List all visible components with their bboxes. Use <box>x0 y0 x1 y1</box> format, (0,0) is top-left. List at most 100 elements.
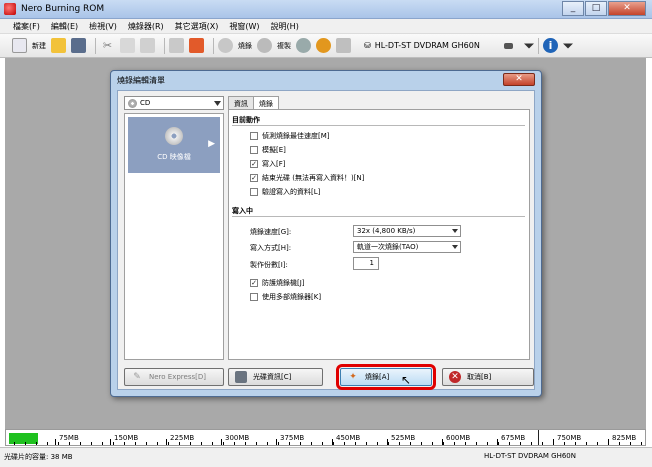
capacity-minor-tick <box>542 442 543 445</box>
option-label: 結束光碟 (無法再寫入資料！)[N] <box>262 174 365 182</box>
burn-button[interactable]: ✦ 燒錄[A] <box>336 364 436 390</box>
button-label: 光碟資訊[C] <box>253 373 292 381</box>
cd-image-item[interactable]: CD 映像檔 ▶ <box>128 117 220 173</box>
copies-label: 製作份數[I]: <box>250 261 288 269</box>
buffer-underrun-option[interactable]: ✓ 防護燒錄機[J] <box>250 278 305 288</box>
checkbox[interactable] <box>250 146 258 154</box>
compile-icon[interactable] <box>169 38 184 53</box>
write-method-select[interactable]: 軌道一次燒錄(TAO) <box>353 241 461 253</box>
capacity-scale-tick <box>55 439 56 445</box>
checkbox-checked[interactable]: ✓ <box>250 279 258 287</box>
save-icon[interactable] <box>71 38 86 53</box>
finalize-disc-option[interactable]: ✓ 結束光碟 (無法再寫入資料！)[N] <box>250 173 364 183</box>
maximize-button[interactable]: □ <box>585 1 607 16</box>
write-speed-select[interactable]: 32x (4,800 KB/s) <box>353 225 461 237</box>
paste-icon[interactable] <box>140 38 155 53</box>
copy-icon[interactable] <box>120 38 135 53</box>
capacity-minor-tick <box>36 442 37 445</box>
capacity-minor-tick <box>157 442 158 445</box>
capacity-minor-tick <box>91 442 92 445</box>
checkbox-checked[interactable]: ✓ <box>250 160 258 168</box>
capacity-minor-tick <box>278 442 279 445</box>
new-icon[interactable] <box>12 38 27 53</box>
erase-icon[interactable] <box>189 38 204 53</box>
menu-edit[interactable]: 編輯(E) <box>51 21 78 32</box>
option-label: 偵測燒錄最佳速度[M] <box>262 132 330 140</box>
menu-bar: 檔案(F) 編輯(E) 檢視(V) 燒錄器(R) 其它選項(X) 視窗(W) 說… <box>0 19 652 34</box>
drive-name: HL-DT-ST DVDRAM GH60N <box>374 41 480 50</box>
capacity-minor-tick <box>69 442 70 445</box>
burn-icon[interactable] <box>218 38 233 53</box>
capacity-minor-tick <box>443 442 444 445</box>
disc-info-button[interactable]: 光碟資訊[C] <box>228 368 323 386</box>
help-info-icon[interactable]: i <box>543 38 558 53</box>
disc-type-select[interactable]: CD <box>124 96 224 110</box>
eject-icon[interactable] <box>316 38 331 53</box>
capacity-minor-tick <box>300 442 301 445</box>
checkbox[interactable] <box>250 293 258 301</box>
nero-app-icon <box>4 3 16 15</box>
menu-window[interactable]: 視窗(W) <box>229 21 259 32</box>
disc-type-value: CD <box>140 99 151 107</box>
cancel-button[interactable]: ✕ 取消[B] <box>442 368 534 386</box>
write-speed-value: 32x (4,800 KB/s) <box>357 227 416 235</box>
menu-view[interactable]: 檢視(V) <box>89 21 117 32</box>
write-method-value: 軌道一次燒錄(TAO) <box>357 243 419 251</box>
cut-icon[interactable]: ✂ <box>100 38 115 53</box>
capacity-minor-tick <box>234 442 235 445</box>
capacity-scale-label: 300MB <box>225 434 250 442</box>
minimize-button[interactable]: _ <box>562 1 584 16</box>
capacity-minor-tick <box>410 442 411 445</box>
disc-info-icon[interactable] <box>296 38 311 53</box>
disc-capacity-bar: 75MB 150MB 225MB 300MB 375MB 450MB 525MB 600MB 6… <box>5 429 646 446</box>
menu-extras[interactable]: 其它選項(X) <box>175 21 219 32</box>
nero-express-button[interactable]: ✎ Nero Express[D] <box>124 368 224 386</box>
menu-file[interactable]: 檔案(F) <box>13 21 40 32</box>
cancel-icon: ✕ <box>449 371 461 383</box>
write-option[interactable]: ✓ 寫入[F] <box>250 159 286 169</box>
capacity-minor-tick <box>190 442 191 445</box>
dialog-close-button[interactable]: ✕ <box>503 73 535 86</box>
toolbar-overflow-icon[interactable] <box>563 43 573 49</box>
copy-disc-icon[interactable] <box>257 38 272 53</box>
capacity-minor-tick <box>432 442 433 445</box>
capacity-minor-tick <box>564 442 565 445</box>
capacity-minor-tick <box>179 442 180 445</box>
title-bar: Nero Burning ROM _ □ ✕ <box>0 0 652 19</box>
capacity-scale-label: 675MB <box>501 434 526 442</box>
new-label[interactable]: 新建 <box>32 41 46 51</box>
menu-recorder[interactable]: 燒錄器(R) <box>128 21 164 32</box>
multiple-recorders-option[interactable]: 使用多部燒錄器[K] <box>250 292 321 302</box>
checkbox[interactable] <box>250 132 258 140</box>
capacity-minor-tick <box>586 442 587 445</box>
capacity-scale-label: 225MB <box>170 434 195 442</box>
determine-max-speed-option[interactable]: 偵測燒錄最佳速度[M] <box>250 131 330 141</box>
write-speed-label: 燒錄速度[G]: <box>250 228 292 236</box>
drive-selector[interactable]: ⛁ HL-DT-ST DVDRAM GH60N <box>364 41 504 50</box>
status-bar: 光碟片的容量: 38 MB HL-DT-ST DVDRAM GH60N <box>0 447 652 467</box>
checkbox[interactable] <box>250 188 258 196</box>
chevron-down-icon[interactable] <box>524 43 534 49</box>
simulate-option[interactable]: 模擬[E] <box>250 145 286 155</box>
burn-compilation-dialog: 燒錄編輯清單 ✕ CD CD 映像檔 ▶ 資訊 燒錄 目前動作 偵測燒錄最佳速度… <box>110 70 542 397</box>
checkbox-checked[interactable]: ✓ <box>250 174 258 182</box>
mouse-cursor-icon: ↖ <box>401 373 412 387</box>
close-button[interactable]: ✕ <box>608 1 646 16</box>
drive-tool-icon[interactable] <box>336 38 351 53</box>
drive-tray-icon[interactable] <box>504 42 513 49</box>
capacity-minor-tick <box>146 442 147 445</box>
capacity-minor-tick <box>399 442 400 445</box>
nero-express-icon: ✎ <box>133 372 141 382</box>
capacity-minor-tick <box>256 442 257 445</box>
copies-input[interactable]: 1 <box>353 257 379 270</box>
verify-data-option[interactable]: 驗證寫入的資料[L] <box>250 187 320 197</box>
capacity-minor-tick <box>344 442 345 445</box>
dialog-title: 燒錄編輯清單 <box>117 76 165 85</box>
burn-label[interactable]: 燒錄 <box>238 41 252 51</box>
copy-label[interactable]: 複製 <box>277 41 291 51</box>
open-folder-icon[interactable] <box>51 38 66 53</box>
capacity-minor-tick <box>553 442 554 445</box>
toolbar-separator <box>164 37 165 54</box>
capacity-minor-tick <box>113 442 114 445</box>
menu-help[interactable]: 說明(H) <box>271 21 299 32</box>
